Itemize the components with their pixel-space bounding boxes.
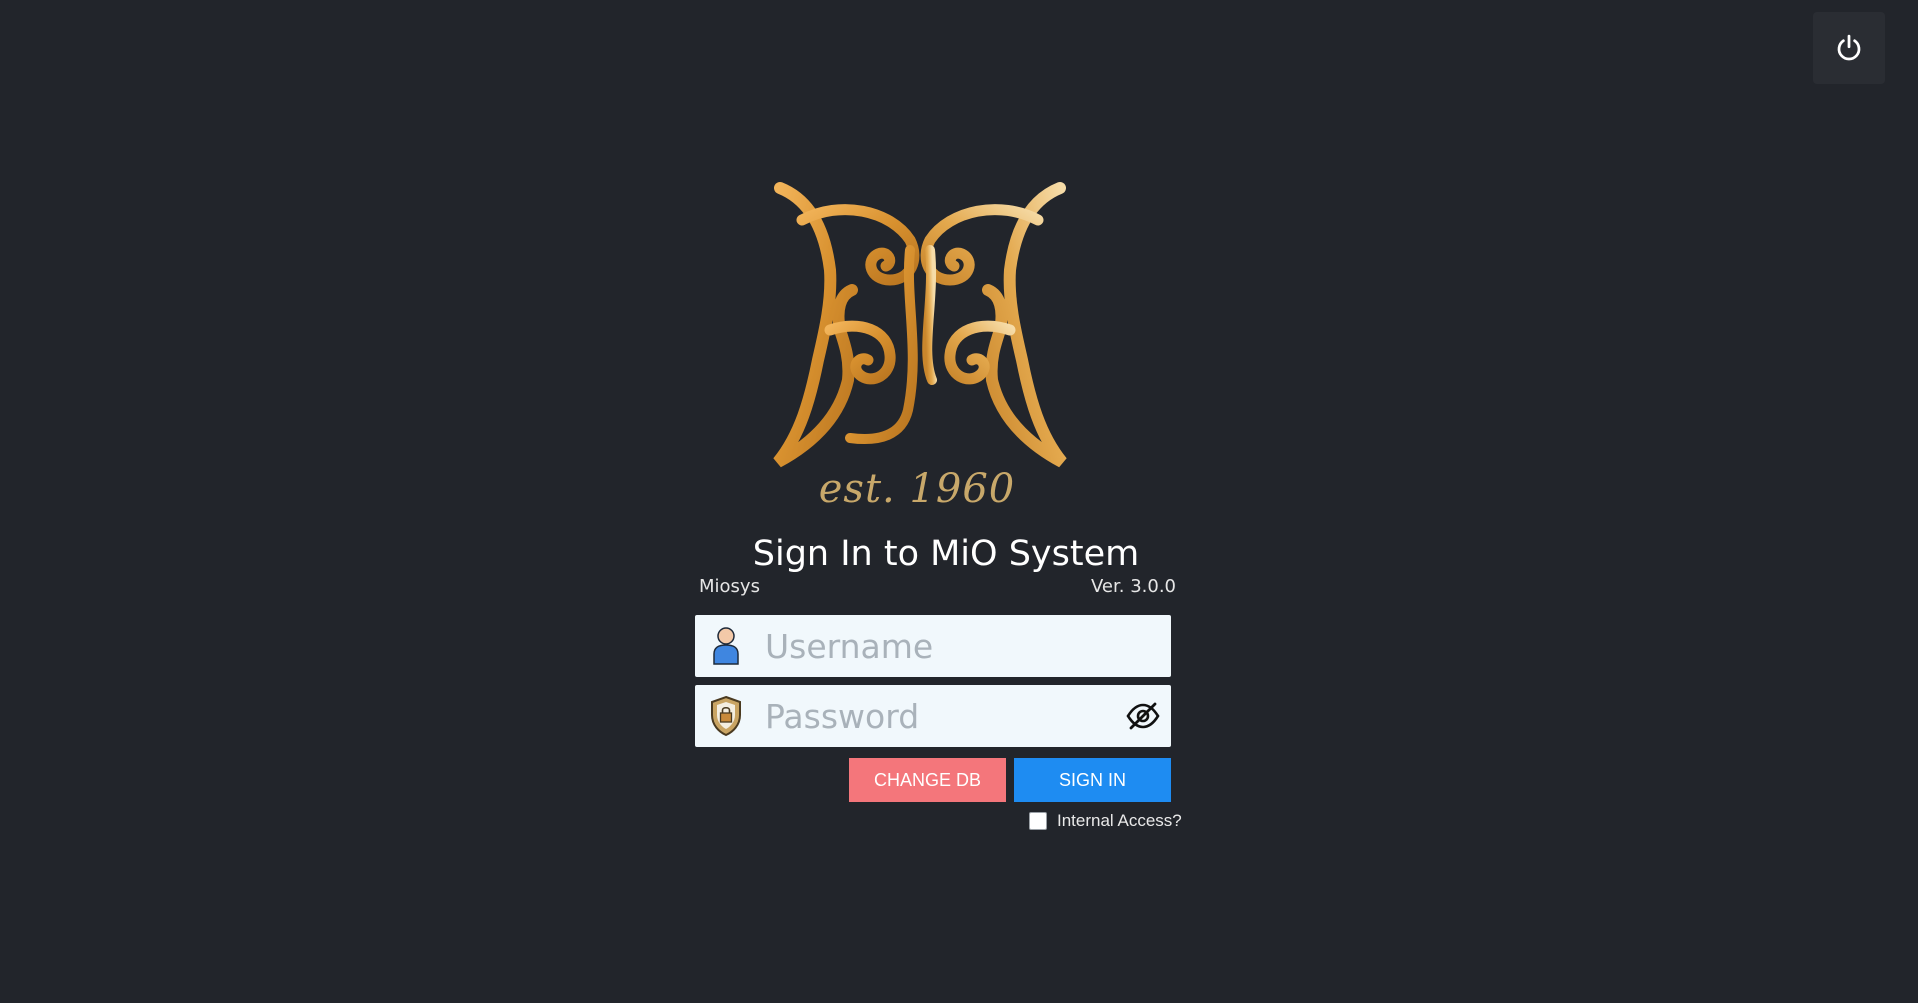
password-input[interactable] xyxy=(757,686,1115,746)
username-field xyxy=(695,615,1171,677)
change-db-button[interactable]: CHANGE DB xyxy=(849,758,1006,802)
shield-lock-icon xyxy=(695,685,757,747)
sign-in-button[interactable]: SIGN IN xyxy=(1014,758,1171,802)
company-logo xyxy=(773,182,1067,468)
password-field xyxy=(695,685,1171,747)
internal-access-label: Internal Access? xyxy=(1057,811,1182,830)
power-icon xyxy=(1837,34,1861,61)
eye-slash-icon[interactable] xyxy=(1115,685,1171,747)
power-button[interactable] xyxy=(1813,12,1885,84)
internal-access-option: Internal Access? xyxy=(1029,811,1182,831)
username-input[interactable] xyxy=(757,616,1171,676)
version-label: Ver. 3.0.0 xyxy=(1091,576,1176,597)
user-icon xyxy=(695,615,757,677)
established-tagline: est. 1960 xyxy=(818,466,1016,512)
internal-access-checkbox[interactable] xyxy=(1029,812,1047,830)
login-screen: est. 1960 Sign In to MiO System Miosys V… xyxy=(0,0,1918,1003)
app-name: Miosys xyxy=(699,576,760,597)
page-title: Sign In to MiO System xyxy=(752,534,1140,574)
